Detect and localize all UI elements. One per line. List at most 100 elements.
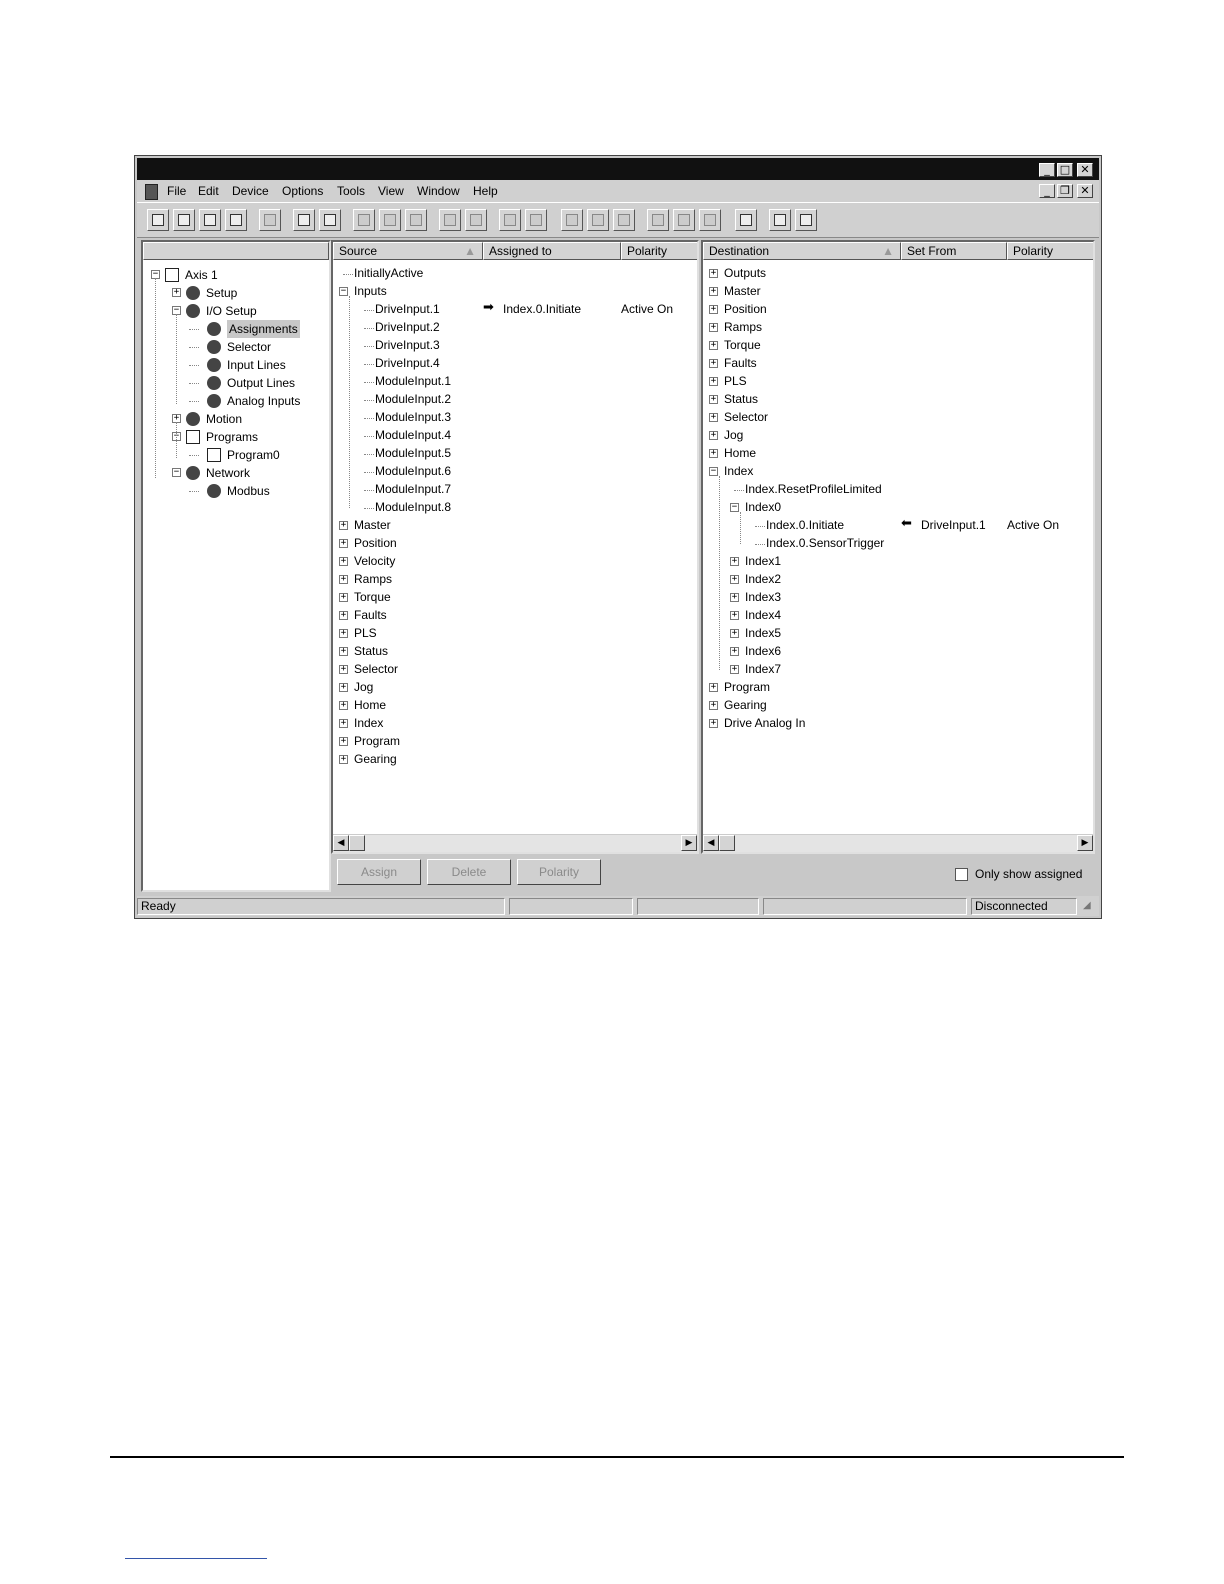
list-item[interactable]: DriveInput.2	[375, 318, 440, 336]
tree-expander-icon[interactable]: −	[730, 503, 739, 512]
tree-expander-icon[interactable]: +	[730, 575, 739, 584]
context-help-button[interactable]	[795, 209, 817, 231]
tree-expander-icon[interactable]: +	[339, 557, 348, 566]
run-button[interactable]	[699, 209, 721, 231]
scroll-right-icon[interactable]: ▶	[1077, 835, 1093, 851]
list-item[interactable]: Position	[354, 534, 397, 552]
list-item[interactable]: Index1	[745, 552, 781, 570]
list-item[interactable]: Index0	[745, 498, 781, 516]
paste-button[interactable]	[525, 209, 547, 231]
tree-expander-icon[interactable]: +	[172, 288, 181, 297]
tree-expander-icon[interactable]: +	[339, 611, 348, 620]
tree-expander-icon[interactable]: +	[730, 611, 739, 620]
tree-expander-icon[interactable]: +	[709, 683, 718, 692]
menu-help[interactable]: Help	[473, 184, 498, 198]
tree-expander-icon[interactable]: +	[709, 287, 718, 296]
list-item[interactable]: ModuleInput.7	[375, 480, 451, 498]
list-item[interactable]: DriveInput.1	[375, 300, 440, 318]
device-button[interactable]	[647, 209, 669, 231]
list-item[interactable]: Index6	[745, 642, 781, 660]
tree-expander-icon[interactable]: +	[339, 629, 348, 638]
list-item[interactable]: Index.0.SensorTrigger	[766, 534, 884, 552]
remove-button[interactable]	[465, 209, 487, 231]
list-item[interactable]: Program	[354, 732, 400, 750]
menu-tools[interactable]: Tools	[337, 184, 365, 198]
list-item[interactable]: Master	[724, 282, 761, 300]
list-item[interactable]: Torque	[724, 336, 761, 354]
menu-device[interactable]: Device	[232, 184, 269, 198]
download-button[interactable]	[319, 209, 341, 231]
mdi-minimize-button[interactable]: _	[1039, 184, 1055, 198]
list-item[interactable]: DriveInput.3	[375, 336, 440, 354]
insert-button[interactable]	[353, 209, 375, 231]
scroll-thumb[interactable]	[719, 835, 735, 851]
column-source[interactable]: Source ▲	[333, 242, 483, 260]
list-item[interactable]: ModuleInput.4	[375, 426, 451, 444]
delete-button[interactable]	[405, 209, 427, 231]
import-button[interactable]	[259, 209, 281, 231]
tree-expander-icon[interactable]: +	[709, 359, 718, 368]
list-item[interactable]: Jog	[724, 426, 743, 444]
list-item[interactable]: Drive Analog In	[724, 714, 805, 732]
link-button[interactable]	[613, 209, 635, 231]
tree-item-axis-1[interactable]: Axis 1	[185, 266, 218, 284]
scroll-thumb[interactable]	[349, 835, 365, 851]
tree-expander-icon[interactable]: +	[730, 557, 739, 566]
add-button[interactable]	[439, 209, 461, 231]
list-item[interactable]: Ramps	[354, 570, 392, 588]
list-item[interactable]: Position	[724, 300, 767, 318]
list-item[interactable]: Selector	[724, 408, 768, 426]
print-button[interactable]	[225, 209, 247, 231]
list-item[interactable]: Torque	[354, 588, 391, 606]
list-item[interactable]: Index.0.Initiate	[766, 516, 844, 534]
tree-expander-icon[interactable]: +	[730, 629, 739, 638]
list-item[interactable]: Ramps	[724, 318, 762, 336]
insert2-button[interactable]	[379, 209, 401, 231]
tree-expander-icon[interactable]: +	[709, 305, 718, 314]
zoom-button[interactable]	[561, 209, 583, 231]
tree-expander-icon[interactable]: +	[339, 737, 348, 746]
tree-expander-icon[interactable]: −	[339, 287, 348, 296]
scroll-left-icon[interactable]: ◀	[333, 835, 349, 851]
horizontal-scrollbar[interactable]: ◀ ▶	[703, 834, 1093, 852]
delete-button[interactable]: Delete	[427, 859, 511, 885]
list-item[interactable]: Index	[354, 714, 383, 732]
tree-expander-icon[interactable]: +	[709, 377, 718, 386]
tree-item-analog-inputs[interactable]: Analog Inputs	[227, 392, 300, 410]
tree-expander-icon[interactable]: +	[730, 647, 739, 656]
tree-expander-icon[interactable]: +	[709, 323, 718, 332]
tree-expander-icon[interactable]: +	[709, 449, 718, 458]
list-item[interactable]: Faults	[724, 354, 757, 372]
stop-button[interactable]	[673, 209, 695, 231]
tree-expander-icon[interactable]: +	[709, 413, 718, 422]
scroll-left-icon[interactable]: ◀	[703, 835, 719, 851]
list-item[interactable]: Jog	[354, 678, 373, 696]
only-show-assigned-checkbox[interactable]	[955, 868, 968, 881]
new-button[interactable]	[147, 209, 169, 231]
maximize-button[interactable]: □	[1057, 163, 1073, 177]
tree-expander-icon[interactable]: +	[339, 575, 348, 584]
upload-button[interactable]	[293, 209, 315, 231]
copy-button[interactable]	[499, 209, 521, 231]
tree-expander-icon[interactable]: +	[339, 665, 348, 674]
source-list[interactable]: Source ▲ Assigned to Polarity ◀ ▶ Initial…	[331, 240, 699, 854]
tree-item-input-lines[interactable]: Input Lines	[227, 356, 286, 374]
tree-expander-icon[interactable]: +	[709, 431, 718, 440]
list-item[interactable]: Gearing	[724, 696, 767, 714]
list-item[interactable]: Index4	[745, 606, 781, 624]
tree-item-i-o-setup[interactable]: I/O Setup	[206, 302, 257, 320]
list-item[interactable]: InitiallyActive	[354, 264, 423, 282]
list-item[interactable]: ModuleInput.6	[375, 462, 451, 480]
minimize-button[interactable]: _	[1039, 163, 1055, 177]
open-button[interactable]	[173, 209, 195, 231]
list-item[interactable]: DriveInput.4	[375, 354, 440, 372]
project-tree[interactable]: − Axis 1 + Setup − I/O Setup Assignments Select…	[141, 240, 331, 892]
mdi-restore-button[interactable]: ❐	[1057, 184, 1073, 198]
tree-item-motion[interactable]: Motion	[206, 410, 242, 428]
list-item[interactable]: PLS	[354, 624, 377, 642]
tree-expander-icon[interactable]: +	[709, 701, 718, 710]
list-item[interactable]: Program	[724, 678, 770, 696]
tree-expander-icon[interactable]: +	[339, 647, 348, 656]
column-polarity-dest[interactable]: Polarity	[1007, 242, 1093, 260]
list-item[interactable]: Index	[724, 462, 753, 480]
